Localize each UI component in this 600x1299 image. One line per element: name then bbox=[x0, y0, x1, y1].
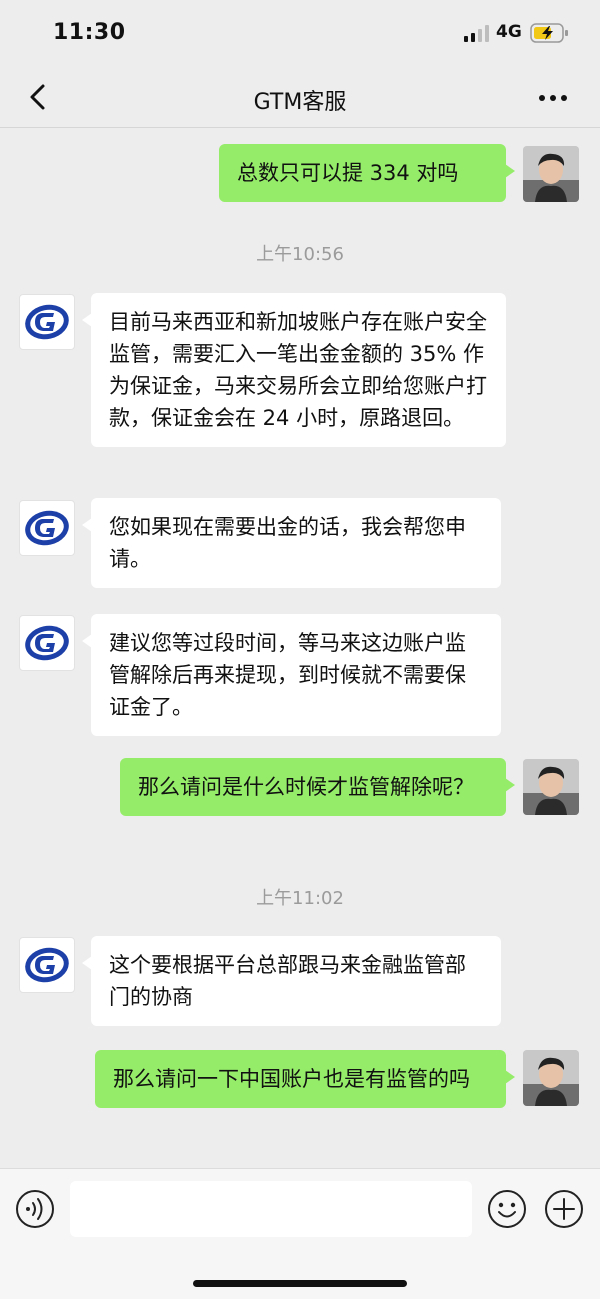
message-bubble-outgoing[interactable]: 那么请问一下中国账户也是有监管的吗 bbox=[95, 1050, 515, 1108]
message-bubble-outgoing[interactable]: 总数只可以提 334 对吗 bbox=[219, 144, 515, 202]
plus-icon[interactable] bbox=[544, 1189, 584, 1229]
chat-area[interactable]: 总数只可以提 334 对吗 上午10:56 目前马来西亚和新加坡账户存在账户安全… bbox=[0, 128, 600, 1168]
timestamp: 上午11:02 bbox=[256, 888, 344, 909]
message-bubble-incoming[interactable]: 您如果现在需要出金的话，我会帮您申请。 bbox=[82, 498, 501, 588]
signal-icon bbox=[464, 25, 489, 42]
gtm-avatar[interactable] bbox=[19, 937, 75, 993]
message-bubble-incoming[interactable]: 建议您等过段时间，等马来这边账户监管解除后再来提现，到时候就不需要保证金了。 bbox=[82, 614, 501, 736]
battery-charging-icon bbox=[530, 23, 568, 43]
user-avatar-photo bbox=[523, 146, 579, 202]
gtm-avatar[interactable] bbox=[19, 500, 75, 556]
user-avatar-photo bbox=[523, 1050, 579, 1106]
status-bar: 11:30 4G bbox=[0, 0, 600, 66]
gtm-logo-icon bbox=[25, 304, 69, 340]
user-avatar-photo bbox=[523, 759, 579, 815]
voice-icon[interactable] bbox=[15, 1189, 55, 1229]
network-label: 4G bbox=[496, 22, 522, 42]
message-bubble-incoming[interactable]: 这个要根据平台总部跟马来金融监管部门的协商 bbox=[82, 936, 501, 1026]
nav-bar: GTM客服 bbox=[0, 66, 600, 128]
home-indicator[interactable] bbox=[193, 1280, 407, 1287]
gtm-avatar[interactable] bbox=[19, 294, 75, 350]
user-avatar[interactable] bbox=[523, 759, 579, 815]
gtm-logo-icon bbox=[25, 510, 69, 546]
more-dots-icon[interactable] bbox=[536, 88, 570, 108]
gtm-avatar[interactable] bbox=[19, 615, 75, 671]
status-time: 11:30 bbox=[53, 20, 126, 45]
chat-title: GTM客服 bbox=[253, 90, 347, 115]
timestamp: 上午10:56 bbox=[256, 244, 344, 265]
gtm-logo-icon bbox=[25, 625, 69, 661]
user-avatar[interactable] bbox=[523, 146, 579, 202]
message-input[interactable] bbox=[70, 1181, 472, 1237]
message-bubble-incoming[interactable]: 目前马来西亚和新加坡账户存在账户安全监管，需要汇入一笔出金金额的 35% 作为保… bbox=[82, 293, 506, 447]
gtm-logo-icon bbox=[25, 947, 69, 983]
emoji-icon[interactable] bbox=[487, 1189, 527, 1229]
user-avatar[interactable] bbox=[523, 1050, 579, 1106]
message-bubble-outgoing[interactable]: 那么请问是什么时候才监管解除呢？ bbox=[120, 758, 515, 816]
